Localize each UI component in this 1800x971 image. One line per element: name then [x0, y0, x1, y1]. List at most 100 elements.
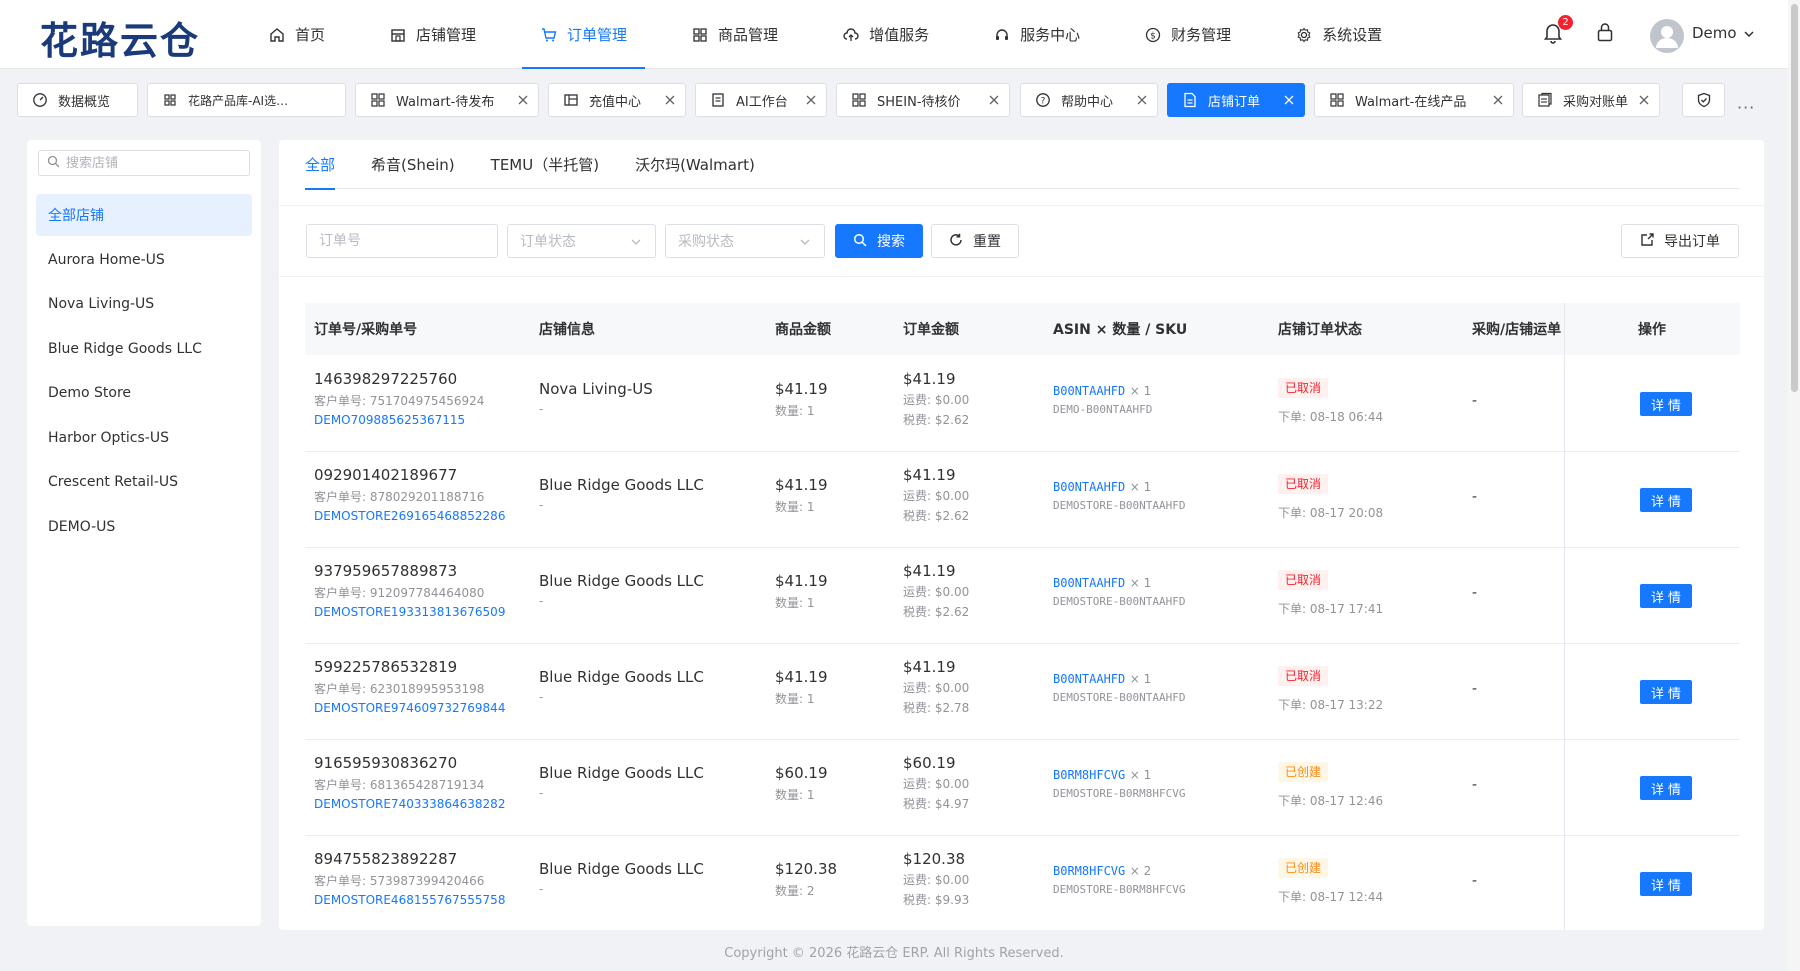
store-search-box[interactable]: [38, 150, 250, 176]
purchase-status-select[interactable]: 采购状态: [665, 224, 825, 258]
store-item[interactable]: Crescent Retail-US: [36, 461, 252, 503]
shipment-cell: -: [1472, 681, 1478, 697]
close-icon[interactable]: [516, 93, 530, 107]
store-name: Blue Ridge Goods LLC: [539, 572, 704, 590]
username[interactable]: Demo: [1692, 24, 1737, 42]
lock-icon[interactable]: [1596, 22, 1620, 48]
purchase-order-link[interactable]: DEMOSTORE468155767555758: [314, 893, 505, 907]
chevron-down-icon[interactable]: [1742, 27, 1756, 41]
platform-tab-walmart[interactable]: 沃尔玛(Walmart): [635, 140, 755, 189]
tab-store-orders[interactable]: 店铺订单: [1167, 83, 1305, 117]
store-search-input[interactable]: [66, 155, 246, 171]
store-item[interactable]: Demo Store: [36, 372, 252, 414]
nav-finance-management[interactable]: $ 财务管理: [1126, 0, 1249, 69]
tab-security[interactable]: [1682, 83, 1725, 117]
store-item[interactable]: Blue Ridge Goods LLC: [36, 328, 252, 370]
tab-walmart-online-products[interactable]: Walmart-在线产品: [1314, 83, 1514, 117]
notification-count-badge: 2: [1558, 15, 1573, 30]
store-name: Blue Ridge Goods LLC: [539, 668, 704, 686]
column-header: 订单金额: [903, 322, 959, 338]
goods-amount: $60.19: [775, 764, 828, 782]
close-icon[interactable]: [987, 93, 1001, 107]
detail-button[interactable]: 详情: [1640, 392, 1692, 416]
detail-button[interactable]: 详情: [1640, 680, 1692, 704]
detail-button[interactable]: 详情: [1640, 872, 1692, 896]
purchase-order-link[interactable]: DEMOSTORE269165468852286: [314, 509, 505, 523]
close-icon[interactable]: [1282, 93, 1296, 107]
nav-value-added-services[interactable]: 增值服务: [824, 0, 947, 69]
close-icon[interactable]: [663, 93, 677, 107]
tab-data-overview[interactable]: 数据概览: [17, 83, 138, 117]
platform-tab-all[interactable]: 全部: [305, 140, 336, 190]
asin-link[interactable]: B00NTAAHFD: [1053, 672, 1125, 686]
reset-button[interactable]: 重置: [931, 224, 1019, 258]
asin-link[interactable]: B00NTAAHFD: [1053, 480, 1125, 494]
tab-ai-workbench[interactable]: AI工作台: [695, 83, 827, 117]
nav-service-center[interactable]: 服务中心: [975, 0, 1098, 69]
order-no-field[interactable]: [306, 224, 498, 258]
store-order-status-cell: 已取消 下单: 08-17 20:08: [1278, 474, 1383, 521]
asin-link[interactable]: B00NTAAHFD: [1053, 384, 1125, 398]
goods-amount-cell: $41.19 数量: 1: [775, 668, 828, 707]
grid-icon: [162, 92, 178, 108]
column-header: 操作: [1638, 322, 1666, 338]
purchase-order-link[interactable]: DEMOSTORE974609732769844: [314, 701, 505, 715]
store-item-all[interactable]: 全部店铺: [36, 194, 252, 236]
freight: 运费: $0.00: [903, 489, 970, 503]
search-button[interactable]: 搜索: [835, 224, 923, 258]
avatar[interactable]: [1650, 19, 1684, 53]
tax: 税费: $9.93: [903, 893, 970, 907]
detail-button[interactable]: 详情: [1640, 488, 1692, 512]
export-orders-button[interactable]: 导出订单: [1621, 224, 1739, 258]
asin-link[interactable]: B00NTAAHFD: [1053, 576, 1125, 590]
column-header: 采购/店铺运单: [1472, 322, 1562, 338]
page-scrollbar-thumb[interactable]: [1791, 4, 1798, 392]
store-item[interactable]: Nova Living-US: [36, 283, 252, 325]
purchase-order-link[interactable]: DEMOSTORE740333864638282: [314, 797, 505, 811]
asin-sku-cell: B00NTAAHFD × 1 DEMOSTORE-B00NTAAHFD: [1053, 671, 1185, 704]
order-no-input[interactable]: [319, 233, 497, 249]
platform-tab-shein[interactable]: 希音(Shein): [371, 140, 455, 189]
order-amount: $41.19: [903, 466, 956, 484]
nav-store-management[interactable]: 店铺管理: [371, 0, 494, 69]
store-item[interactable]: Harbor Optics-US: [36, 417, 252, 459]
status-badge: 已取消: [1278, 474, 1329, 494]
order-number: 937959657889873: [314, 562, 458, 580]
top-navbar: 花路云仓 首页 店铺管理 订单管理 商品管理 增值服务 服务中心 $ 财务管理: [0, 0, 1788, 69]
asin-sku-cell: B00NTAAHFD × 1 DEMOSTORE-B00NTAAHFD: [1053, 479, 1185, 512]
store-item[interactable]: Aurora Home-US: [36, 239, 252, 281]
tab-shein-pending-price[interactable]: SHEIN-待核价: [836, 83, 1010, 117]
quantity: 数量: 1: [775, 500, 815, 514]
tab-purchase-statement[interactable]: 采购对账单: [1522, 83, 1660, 117]
close-icon[interactable]: [1135, 93, 1149, 107]
nav-home[interactable]: 首页: [250, 0, 343, 69]
asin-link[interactable]: B0RM8HFCVG: [1053, 864, 1125, 878]
freight: 运费: $0.00: [903, 873, 970, 887]
detail-button[interactable]: 详情: [1640, 584, 1692, 608]
more-tabs-button[interactable]: ···: [1737, 98, 1755, 117]
goods-amount-cell: $41.19 数量: 1: [775, 476, 828, 515]
app-logo[interactable]: 花路云仓: [40, 10, 200, 65]
purchase-order-link[interactable]: DEMOSTORE193313813676509: [314, 605, 505, 619]
chevron-down-icon: [798, 235, 812, 249]
tab-recharge-center[interactable]: 充值中心: [548, 83, 686, 117]
close-icon[interactable]: [1491, 93, 1505, 107]
nav-system-settings[interactable]: 系统设置: [1277, 0, 1400, 69]
purchase-order-link[interactable]: DEMO709885625367115: [314, 413, 484, 427]
tab-product-library[interactable]: 花路产品库-AI选…: [147, 83, 346, 117]
store-sub-info: -: [539, 594, 544, 608]
detail-button[interactable]: 详情: [1640, 776, 1692, 800]
tab-help-center[interactable]: ? 帮助中心: [1020, 83, 1158, 117]
close-icon[interactable]: [804, 93, 818, 107]
nav-product-management[interactable]: 商品管理: [673, 0, 796, 69]
store-order-status-cell: 已取消 下单: 08-18 06:44: [1278, 378, 1383, 425]
store-item[interactable]: DEMO-US: [36, 506, 252, 548]
close-icon[interactable]: [1637, 93, 1651, 107]
tab-walmart-pending[interactable]: Walmart-待发布: [355, 83, 539, 117]
order-status-select[interactable]: 订单状态: [507, 224, 656, 258]
store-info-cell: Blue Ridge Goods LLC -: [539, 860, 704, 896]
nav-order-management[interactable]: 订单管理: [522, 0, 646, 69]
asin-link[interactable]: B0RM8HFCVG: [1053, 768, 1125, 782]
order-amount-cell: $41.19 运费: $0.00 税费: $2.62: [903, 370, 969, 428]
platform-tab-temu[interactable]: TEMU（半托管): [491, 140, 599, 189]
